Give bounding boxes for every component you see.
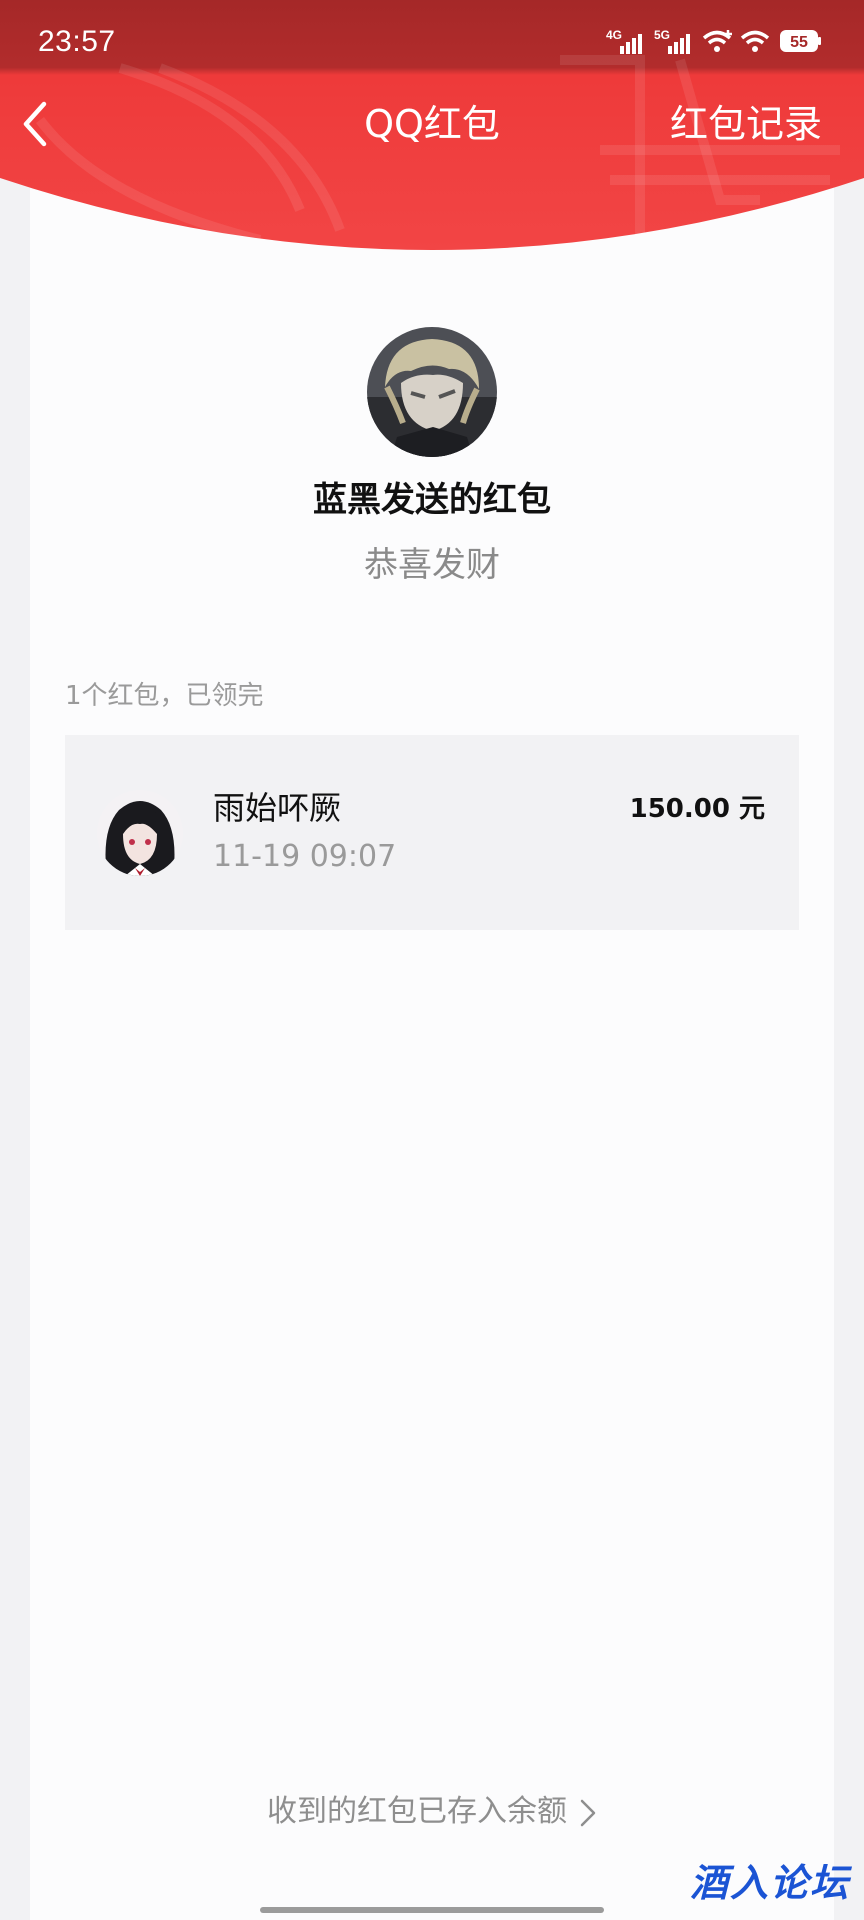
status-time: 23:57 [38,25,116,58]
receiver-name: 雨始吥厥 [213,789,342,827]
battery-icon: 55 [780,30,821,52]
avatar[interactable] [97,790,183,876]
receive-time: 11-19 09:07 [213,839,397,874]
signal-strength-icon [668,34,690,54]
balance-link[interactable]: 收到的红包已存入余额 [0,1792,864,1832]
wifi-icon [702,30,732,52]
home-indicator[interactable] [260,1907,604,1913]
red-packet-summary: 1个红包，已领完 [65,681,264,711]
status-icons: 4G 5G 55 [604,24,824,60]
sender-title: 蓝黑发送的红包 [313,480,551,520]
battery-level: 55 [790,34,808,51]
balance-link-label: 收到的红包已存入余额 [267,1794,567,1829]
red-packet-records-link[interactable]: 红包记录 [670,100,822,148]
watermark: 酒入论坛 [689,1861,850,1905]
sender-avatar[interactable] [367,327,497,457]
blessing-message: 恭喜发财 [364,545,500,585]
list-item[interactable]: 雨始吥厥 11-19 09:07 150.00 元 [65,735,799,930]
signal-strength-icon [620,34,642,54]
network-5g-label: 5G [654,28,670,42]
status-bar: 23:57 4G 5G 55 [0,0,864,68]
wifi-icon [740,30,770,52]
received-amount: 150.00 元 [629,794,765,824]
nav-bar: QQ红包 红包记录 [0,80,864,168]
chevron-right-icon [580,1799,596,1826]
network-4g-label: 4G [606,28,622,42]
